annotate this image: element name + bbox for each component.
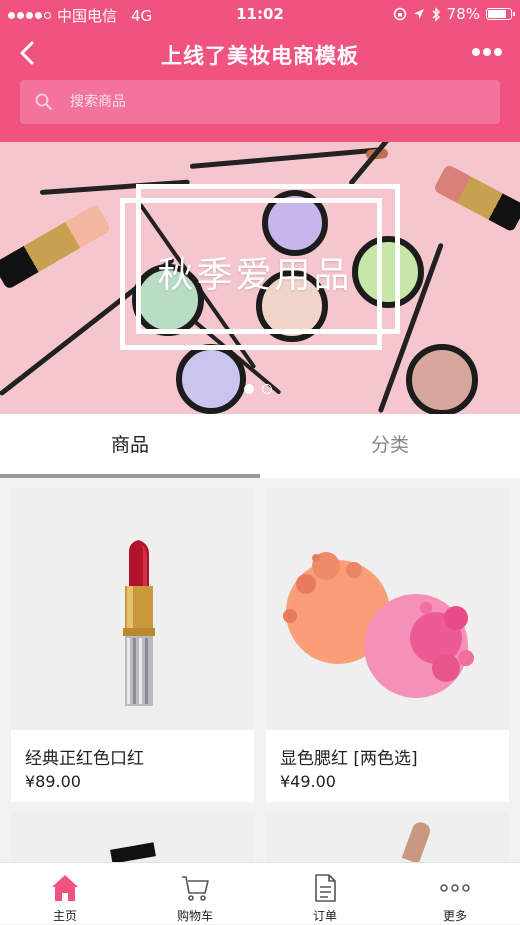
lipstick-icon <box>123 540 155 706</box>
search-bar <box>0 80 520 142</box>
blush-icon <box>283 552 474 698</box>
product-card[interactable] <box>11 812 254 864</box>
bluetooth-icon <box>432 6 440 22</box>
more-options-icon[interactable] <box>472 48 502 56</box>
content-tabs: 商品 分类 <box>0 414 520 478</box>
search-box[interactable] <box>20 80 500 124</box>
product-image <box>266 812 509 864</box>
location-icon <box>413 9 424 19</box>
banner-pager <box>244 384 272 394</box>
tab-categories[interactable]: 分类 <box>260 414 520 478</box>
pager-dot[interactable] <box>262 384 272 394</box>
tab-orders[interactable]: 订单 <box>260 863 390 925</box>
cart-icon <box>182 876 209 901</box>
tab-label: 更多 <box>442 909 467 923</box>
product-card[interactable] <box>266 812 509 864</box>
product-price: ¥49.00 <box>280 772 336 791</box>
search-icon <box>35 93 52 110</box>
tab-home[interactable]: 主页 <box>0 863 130 925</box>
tab-indicator <box>0 474 260 478</box>
product-card[interactable]: 显色腮红 [两色选] ¥49.00 <box>266 488 509 802</box>
product-image <box>11 812 254 864</box>
tab-cart[interactable]: 购物车 <box>130 863 260 925</box>
product-name: 经典正红色口红 <box>25 749 144 769</box>
tab-label: 订单 <box>312 909 337 923</box>
tab-more[interactable]: 更多 <box>390 863 520 925</box>
status-bar: 中国电信 4G 11:02 78% <box>0 0 520 28</box>
tab-products[interactable]: 商品 <box>0 414 260 478</box>
product-card[interactable]: 经典正红色口红 ¥89.00 <box>11 488 254 802</box>
bottom-tab-bar: 主页 购物车 订单 更多 <box>0 862 520 924</box>
product-price: ¥89.00 <box>25 772 81 791</box>
status-right: 78% <box>393 5 515 23</box>
nav-bar: 上线了美妆电商模板 <box>0 28 520 80</box>
tab-label: 购物车 <box>176 909 213 923</box>
home-icon <box>52 875 78 901</box>
battery-icon <box>486 8 515 20</box>
page-title: 上线了美妆电商模板 <box>161 44 359 68</box>
more-icon <box>440 884 470 892</box>
product-name: 显色腮红 [两色选] <box>280 749 418 769</box>
lipstick-image <box>11 488 254 730</box>
search-input[interactable] <box>68 93 452 111</box>
banner-title: 秋季爱用品 <box>157 255 353 296</box>
battery-percent: 78% <box>446 5 480 23</box>
lock-rotation-icon <box>393 7 406 21</box>
tab-label: 主页 <box>52 909 77 923</box>
pager-dot-active[interactable] <box>244 384 254 394</box>
order-icon <box>315 874 336 902</box>
blush-image <box>266 488 509 730</box>
